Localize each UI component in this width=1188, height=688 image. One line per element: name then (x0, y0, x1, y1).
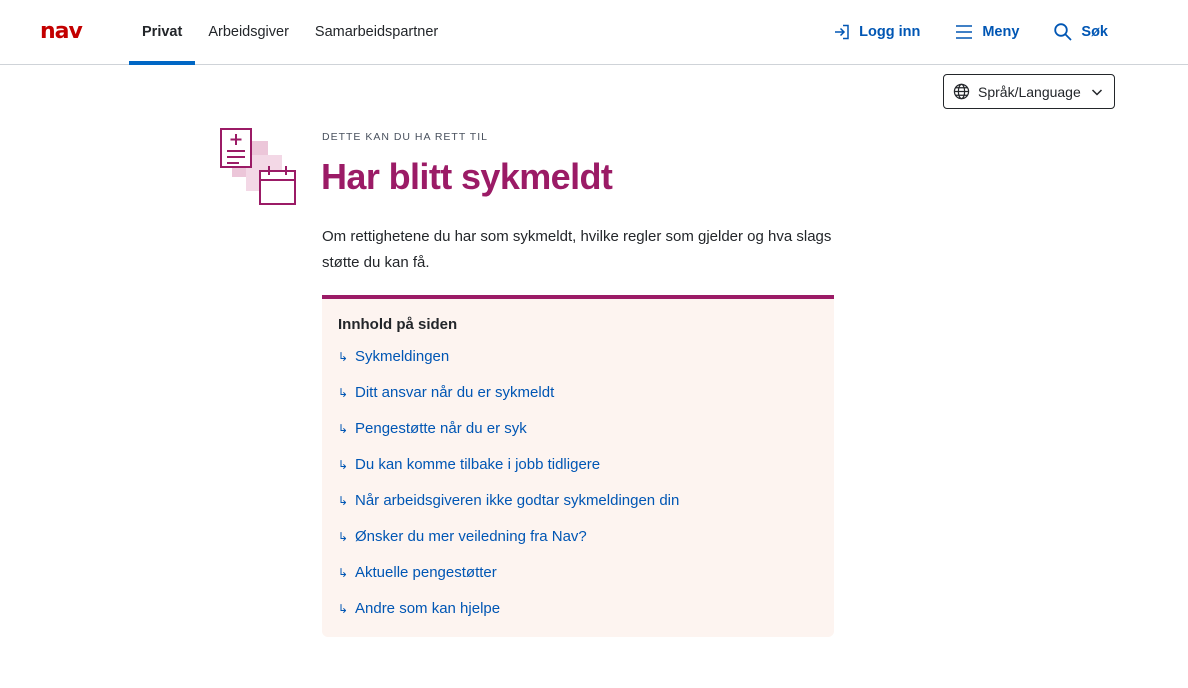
return-arrow-icon: ↳ (338, 494, 349, 508)
globe-icon (953, 83, 970, 100)
login-icon (835, 24, 849, 40)
toc-item: ↳ Når arbeidsgiveren ikke godtar sykmeldi… (338, 491, 818, 527)
toc-item: ↳ Ditt ansvar når du er sykmeldt (338, 383, 818, 419)
toc-link-tilbake-i-jobb[interactable]: Du kan komme tilbake i jobb tidligere (355, 455, 600, 475)
search-label: Søk (1081, 24, 1108, 40)
hamburger-menu-icon (956, 25, 973, 39)
return-arrow-icon: ↳ (338, 602, 349, 616)
toc-link-sykmeldingen[interactable]: Sykmeldingen (355, 347, 449, 367)
page-eyebrow: DETTE KAN DU HA RETT TIL (322, 131, 488, 143)
toc-link-ditt-ansvar[interactable]: Ditt ansvar når du er sykmeldt (355, 383, 554, 403)
sick-leave-illustration-icon (220, 128, 296, 205)
menu-label: Meny (982, 24, 1020, 40)
header-actions: Logg inn Meny Søk (833, 0, 1108, 64)
page-ingress: Om rettighetene du har som sykmeldt, hvi… (322, 228, 832, 271)
return-arrow-icon: ↳ (338, 458, 349, 472)
toc-heading: Innhold på siden (338, 316, 458, 333)
search-button[interactable]: Søk (1053, 22, 1108, 42)
language-selector[interactable]: Språk/Language (943, 74, 1115, 109)
toc-link-andre-som-kan-hjelpe[interactable]: Andre som kan hjelpe (355, 599, 500, 619)
site-header: nav Privat Arbeidsgiver Samarbeidspartne… (0, 0, 1188, 65)
language-label: Språk/Language (978, 83, 1081, 100)
tab-arbeidsgiver[interactable]: Arbeidsgiver (195, 0, 302, 64)
toc-item: ↳ Aktuelle pengestøtter (338, 563, 818, 599)
tab-samarbeidspartner[interactable]: Samarbeidspartner (302, 0, 451, 64)
toc-link-arbeidsgiver-godtar-ikke[interactable]: Når arbeidsgiveren ikke godtar sykmeldin… (355, 491, 679, 511)
return-arrow-icon: ↳ (338, 530, 349, 544)
toc-link-aktuelle-pengestotter[interactable]: Aktuelle pengestøtter (355, 563, 497, 583)
toc-list: ↳ Sykmeldingen ↳ Ditt ansvar når du er syk… (338, 347, 818, 635)
login-label: Logg inn (859, 24, 921, 40)
chevron-down-icon (1091, 88, 1103, 96)
return-arrow-icon: ↳ (338, 566, 349, 580)
menu-button[interactable]: Meny (954, 23, 1019, 41)
nav-logo[interactable]: nav (40, 21, 83, 43)
return-arrow-icon: ↳ (338, 422, 349, 436)
toc-item: ↳ Ønsker du mer veiledning fra Nav? (338, 527, 818, 563)
toc-item: ↳ Sykmeldingen (338, 347, 818, 383)
page-title: Har blitt sykmeldt (321, 156, 613, 197)
toc-link-pengestotte[interactable]: Pengestøtte når du er syk (355, 419, 527, 439)
search-icon (1054, 23, 1073, 41)
audience-tabs: Privat Arbeidsgiver Samarbeidspartner (129, 0, 451, 65)
table-of-contents: Innhold på siden ↳ Sykmeldingen ↳ Ditt ans… (322, 295, 834, 637)
return-arrow-icon: ↳ (338, 386, 349, 400)
toc-item: ↳ Du kan komme tilbake i jobb tidligere (338, 455, 818, 491)
return-arrow-icon: ↳ (338, 350, 349, 364)
toc-item: ↳ Pengestøtte når du er syk (338, 419, 818, 455)
toc-item: ↳ Andre som kan hjelpe (338, 599, 818, 635)
tab-privat[interactable]: Privat (129, 0, 196, 65)
toc-link-veiledning[interactable]: Ønsker du mer veiledning fra Nav? (355, 527, 587, 547)
login-button[interactable]: Logg inn (833, 23, 920, 41)
